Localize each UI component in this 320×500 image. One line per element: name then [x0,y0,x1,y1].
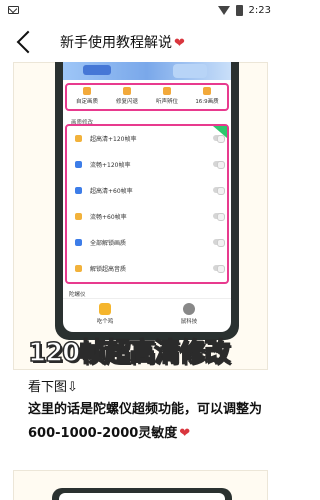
tech-icon [183,303,195,315]
wifi-icon [217,5,230,15]
options-panel: 超高清+120帧率 流畅+120帧率 超高清+60帧率 流畅+60帧率 全部解锁… [65,124,229,284]
paragraph: 这里的话是陀螺仪超频功能，可以调整为600-1000-2000灵敏度 ❤ [28,402,263,441]
status-bar: 2:23 [0,0,281,20]
nav-item-tech: 鼠科技 [147,299,231,332]
gyro-label: 陀螺仪 [69,292,86,298]
feature-tabs: 自定画质 修复闪退 听声辨位 16:9画质 [65,83,229,111]
option-row: 超高清+60帧率 [75,182,225,198]
tab-sound-locate: 听声辨位 [147,85,187,109]
ratio-icon [203,87,211,95]
home-icon [99,303,111,315]
fix-icon [123,87,131,95]
app-nav-bar: 吃个鸡 鼠科技 [63,298,231,332]
status-time: 2:23 [248,4,271,16]
tab-custom-quality: 自定画质 [67,85,107,109]
sound-icon [163,87,171,95]
option-row: 解锁超高音质 [75,260,225,276]
banner-caption: 120帧超高清修改 [27,337,231,369]
phone-screen [59,493,225,500]
nav-item-chicken: 吃个鸡 [63,299,147,332]
option-row: 超高清+120帧率 [75,130,225,146]
option-icon [75,238,82,246]
article-content[interactable]: 自定画质 修复闪退 听声辨位 16:9画质 画质修改 超高清+120帧率 流畅+… [0,62,281,500]
battery-icon [235,4,243,16]
phone-screen: 自定画质 修复闪退 听声辨位 16:9画质 画质修改 超高清+120帧率 流畅+… [63,62,231,332]
toggle-switch [213,135,225,143]
toggle-switch [213,187,225,195]
page-title: 新手使用教程解说 ❤ [60,35,185,51]
option-row: 流畅+120帧率 [75,156,225,172]
option-icon [75,134,82,142]
mail-icon [8,6,19,14]
option-icon [75,264,82,272]
option-icon [75,186,82,194]
option-row: 全部解锁画质 [75,234,225,250]
app-banner [63,62,231,80]
back-arrow-icon[interactable] [16,30,40,54]
heart-icon: ❤ [179,426,191,441]
toggle-switch [213,161,225,169]
option-icon [75,212,82,220]
quality-icon [83,87,91,95]
heart-icon: ❤ [174,36,185,51]
header: 新手使用教程解说 ❤ [0,22,281,62]
toggle-switch [213,213,225,221]
option-icon [75,160,82,168]
toggle-switch [213,239,225,247]
paragraph: 看下图⇩ [28,380,78,395]
toggle-switch [213,265,225,273]
tab-16-9: 16:9画质 [187,85,227,109]
tab-fix-crash: 修复闪退 [107,85,147,109]
option-row: 流畅+60帧率 [75,208,225,224]
